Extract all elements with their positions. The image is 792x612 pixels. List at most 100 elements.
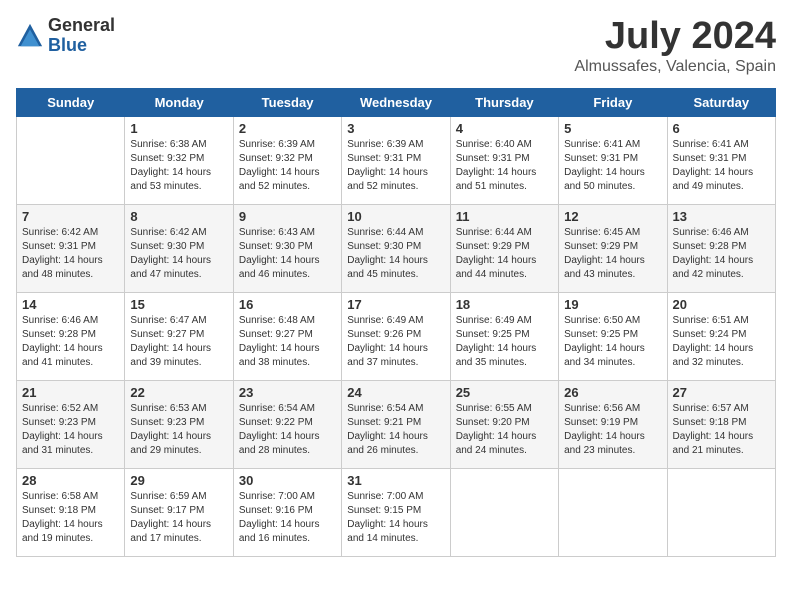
calendar-cell: 26Sunrise: 6:56 AM Sunset: 9:19 PM Dayli… [559, 380, 667, 468]
cell-details: Sunrise: 6:42 AM Sunset: 9:31 PM Dayligh… [22, 226, 119, 282]
calendar-cell: 19 Sunrise: 6:50 AM Sunset: 9:25 PM Dayli… [559, 292, 667, 380]
calendar-cell: 3 Sunrise: 6:39 AM Sunset: 9:31 PM Daylig… [342, 116, 450, 204]
calendar-table: SundayMondayTuesdayWednesdayThursdayFrid… [16, 88, 776, 557]
cell-details: Sunrise: 6:50 AM Sunset: 9:25 PM Dayligh… [564, 314, 661, 370]
calendar-cell: 17 Sunrise: 6:49 AM Sunset: 9:26 PM Dayli… [342, 292, 450, 380]
cell-details: Sunrise: 7:00 AM Sunset: 9:16 PM Dayligh… [239, 490, 336, 546]
calendar-week-row: 1Sunrise: 6:38 AM Sunset: 9:32 PM Daylig… [17, 116, 776, 204]
cell-details: Sunrise: 6:40 AM Sunset: 9:31 PM Dayligh… [456, 138, 553, 194]
calendar-cell [559, 468, 667, 556]
cell-details: Sunrise: 6:54 AM Sunset: 9:21 PM Dayligh… [347, 402, 444, 458]
cell-details: Sunrise: 6:56 AM Sunset: 9:19 PM Dayligh… [564, 402, 661, 458]
calendar-cell: 7 Sunrise: 6:42 AM Sunset: 9:31 PM Daylig… [17, 204, 125, 292]
calendar-cell: 30 Sunrise: 7:00 AM Sunset: 9:16 PM Dayli… [233, 468, 341, 556]
cell-details: Sunrise: 6:49 AM Sunset: 9:25 PM Dayligh… [456, 314, 553, 370]
day-number: 31 [347, 473, 444, 488]
calendar-cell [667, 468, 775, 556]
calendar-cell: 18Sunrise: 6:49 AM Sunset: 9:25 PM Dayli… [450, 292, 558, 380]
calendar-cell: 23 Sunrise: 6:54 AM Sunset: 9:22 PM Dayli… [233, 380, 341, 468]
calendar-cell: 25 Sunrise: 6:55 AM Sunset: 9:20 PM Dayli… [450, 380, 558, 468]
cell-details: Sunrise: 6:46 AM Sunset: 9:28 PM Dayligh… [673, 226, 770, 282]
calendar-cell: 1Sunrise: 6:38 AM Sunset: 9:32 PM Daylig… [125, 116, 233, 204]
cell-details: Sunrise: 6:53 AM Sunset: 9:23 PM Dayligh… [130, 402, 227, 458]
day-number: 7 [22, 209, 119, 224]
day-number: 2 [239, 121, 336, 136]
day-number: 8 [130, 209, 227, 224]
day-number: 24 [347, 385, 444, 400]
logo: General Blue [16, 16, 115, 56]
day-number: 28 [22, 473, 119, 488]
month-year: July 2024 [574, 16, 776, 58]
day-number: 11 [456, 209, 553, 224]
day-number: 21 [22, 385, 119, 400]
calendar-cell: 10 Sunrise: 6:44 AM Sunset: 9:30 PM Dayli… [342, 204, 450, 292]
day-number: 17 [347, 297, 444, 312]
calendar-cell: 15 Sunrise: 6:47 AM Sunset: 9:27 PM Dayli… [125, 292, 233, 380]
cell-details: Sunrise: 6:44 AM Sunset: 9:29 PM Dayligh… [456, 226, 553, 282]
calendar-cell: 22 Sunrise: 6:53 AM Sunset: 9:23 PM Dayli… [125, 380, 233, 468]
calendar-week-row: 28Sunrise: 6:58 AM Sunset: 9:18 PM Dayli… [17, 468, 776, 556]
cell-details: Sunrise: 6:38 AM Sunset: 9:32 PM Dayligh… [130, 138, 227, 194]
calendar-cell: 4 Sunrise: 6:40 AM Sunset: 9:31 PM Daylig… [450, 116, 558, 204]
day-number: 6 [673, 121, 770, 136]
logo-general-text: General [48, 16, 115, 36]
cell-details: Sunrise: 6:51 AM Sunset: 9:24 PM Dayligh… [673, 314, 770, 370]
calendar-cell: 11 Sunrise: 6:44 AM Sunset: 9:29 PM Dayli… [450, 204, 558, 292]
cell-details: Sunrise: 6:52 AM Sunset: 9:23 PM Dayligh… [22, 402, 119, 458]
page-header: General Blue July 2024 Almussafes, Valen… [16, 16, 776, 76]
cell-details: Sunrise: 6:47 AM Sunset: 9:27 PM Dayligh… [130, 314, 227, 370]
cell-details: Sunrise: 6:48 AM Sunset: 9:27 PM Dayligh… [239, 314, 336, 370]
cell-details: Sunrise: 6:39 AM Sunset: 9:31 PM Dayligh… [347, 138, 444, 194]
day-number: 19 [564, 297, 661, 312]
cell-details: Sunrise: 6:49 AM Sunset: 9:26 PM Dayligh… [347, 314, 444, 370]
calendar-cell: 8 Sunrise: 6:42 AM Sunset: 9:30 PM Daylig… [125, 204, 233, 292]
cell-details: Sunrise: 6:59 AM Sunset: 9:17 PM Dayligh… [130, 490, 227, 546]
cell-details: Sunrise: 6:54 AM Sunset: 9:22 PM Dayligh… [239, 402, 336, 458]
cell-details: Sunrise: 6:55 AM Sunset: 9:20 PM Dayligh… [456, 402, 553, 458]
calendar-cell: 14 Sunrise: 6:46 AM Sunset: 9:28 PM Dayli… [17, 292, 125, 380]
weekday-header: Tuesday [233, 88, 341, 116]
day-number: 16 [239, 297, 336, 312]
cell-details: Sunrise: 6:57 AM Sunset: 9:18 PM Dayligh… [673, 402, 770, 458]
day-number: 25 [456, 385, 553, 400]
weekday-header: Monday [125, 88, 233, 116]
calendar-cell: 2 Sunrise: 6:39 AM Sunset: 9:32 PM Daylig… [233, 116, 341, 204]
calendar-cell: 16 Sunrise: 6:48 AM Sunset: 9:27 PM Dayli… [233, 292, 341, 380]
day-number: 15 [130, 297, 227, 312]
calendar-cell: 27Sunrise: 6:57 AM Sunset: 9:18 PM Dayli… [667, 380, 775, 468]
day-number: 20 [673, 297, 770, 312]
weekday-header: Thursday [450, 88, 558, 116]
cell-details: Sunrise: 6:44 AM Sunset: 9:30 PM Dayligh… [347, 226, 444, 282]
calendar-cell: 24 Sunrise: 6:54 AM Sunset: 9:21 PM Dayli… [342, 380, 450, 468]
calendar-cell [450, 468, 558, 556]
day-number: 13 [673, 209, 770, 224]
cell-details: Sunrise: 6:46 AM Sunset: 9:28 PM Dayligh… [22, 314, 119, 370]
day-number: 5 [564, 121, 661, 136]
calendar-cell: 31Sunrise: 7:00 AM Sunset: 9:15 PM Dayli… [342, 468, 450, 556]
calendar-week-row: 14 Sunrise: 6:46 AM Sunset: 9:28 PM Dayli… [17, 292, 776, 380]
day-number: 4 [456, 121, 553, 136]
weekday-header: Friday [559, 88, 667, 116]
logo-icon [16, 22, 44, 50]
calendar-cell: 5 Sunrise: 6:41 AM Sunset: 9:31 PM Daylig… [559, 116, 667, 204]
day-number: 14 [22, 297, 119, 312]
calendar-cell: 12Sunrise: 6:45 AM Sunset: 9:29 PM Dayli… [559, 204, 667, 292]
cell-details: Sunrise: 6:42 AM Sunset: 9:30 PM Dayligh… [130, 226, 227, 282]
day-number: 30 [239, 473, 336, 488]
calendar-week-row: 7 Sunrise: 6:42 AM Sunset: 9:31 PM Daylig… [17, 204, 776, 292]
cell-details: Sunrise: 6:39 AM Sunset: 9:32 PM Dayligh… [239, 138, 336, 194]
day-number: 22 [130, 385, 227, 400]
calendar-cell: 28Sunrise: 6:58 AM Sunset: 9:18 PM Dayli… [17, 468, 125, 556]
cell-details: Sunrise: 6:41 AM Sunset: 9:31 PM Dayligh… [673, 138, 770, 194]
weekday-header: Saturday [667, 88, 775, 116]
location: Almussafes, Valencia, Spain [574, 58, 776, 76]
day-number: 23 [239, 385, 336, 400]
calendar-cell: 6 Sunrise: 6:41 AM Sunset: 9:31 PM Daylig… [667, 116, 775, 204]
day-number: 3 [347, 121, 444, 136]
day-number: 10 [347, 209, 444, 224]
calendar-week-row: 21 Sunrise: 6:52 AM Sunset: 9:23 PM Dayli… [17, 380, 776, 468]
weekday-header: Sunday [17, 88, 125, 116]
cell-details: Sunrise: 6:41 AM Sunset: 9:31 PM Dayligh… [564, 138, 661, 194]
day-number: 12 [564, 209, 661, 224]
title-block: July 2024 Almussafes, Valencia, Spain [574, 16, 776, 76]
